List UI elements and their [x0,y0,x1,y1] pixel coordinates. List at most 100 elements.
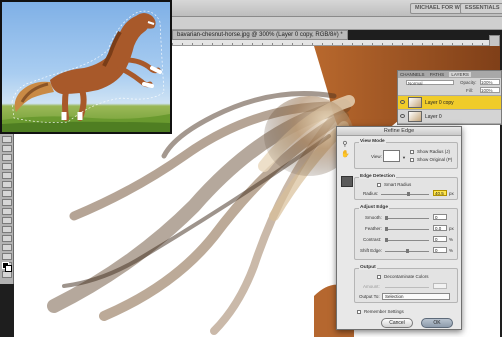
move-tool-icon[interactable] [1,136,12,143]
smart-radius-label: Smart Radius [384,182,412,187]
radius-slider-knob[interactable] [407,192,410,196]
essentials-button[interactable]: ESSENTIALS [460,3,502,14]
tab-paths[interactable]: PATHS [430,72,444,77]
smart-radius-checkbox[interactable] [377,183,381,187]
output-group: Output Decontaminate Colors Amount: Outp… [354,265,458,303]
fill-field[interactable]: 100% [480,87,500,93]
shift-edge-label: Shift Edge: [360,248,383,253]
radius-field[interactable]: 40.5 [433,190,447,196]
show-radius-checkbox[interactable] [410,150,414,154]
blend-mode-value: Normal [408,81,423,86]
fill-label: Fill: [466,88,473,93]
view-label: View: [371,154,382,159]
cancel-button[interactable]: Cancel [381,318,413,328]
gradient-tool-icon[interactable] [1,235,12,242]
output-to-value: Selection [385,294,404,299]
shift-edge-unit: % [449,248,454,253]
opacity-field[interactable]: 100% [480,79,500,85]
original-photo-thumbnail [0,0,172,134]
remember-settings-label: Remember Settings [364,309,404,314]
tools-panel [0,134,14,284]
layer-row[interactable]: Layer 0 [398,110,501,124]
hand-tool-icon[interactable]: ✋ [341,151,350,159]
output-to-select[interactable]: Selection [382,293,450,300]
edge-detection-group: Edge Detection Smart Radius Radius: 40.5… [354,174,458,200]
refine-radius-brush-icon[interactable] [341,176,353,187]
contrast-label: Contrast: [363,237,382,242]
layer-options: Normal Opacity: 100% Fill: 100% [398,78,501,96]
remember-settings-checkbox[interactable] [357,310,361,314]
document-tab[interactable]: bavarian-chesnut-horse.jpg @ 300% (Layer… [172,30,348,40]
layer-name: Layer 0 [425,114,442,120]
type-tool-icon[interactable] [1,271,12,278]
marquee-tool-icon[interactable] [1,145,12,152]
feather-field[interactable]: 0.0 [433,225,447,231]
visibility-eye-icon[interactable] [400,100,405,104]
layer-thumbnail [408,97,422,108]
crop-tool-icon[interactable] [1,172,12,179]
feather-slider[interactable] [385,227,429,231]
layer-thumbnail [408,111,422,122]
lasso-tool-icon[interactable] [1,154,12,161]
feather-unit: px [449,226,454,231]
view-mode-thumbnail[interactable] [383,150,400,162]
adjust-edge-group: Adjust Edge Smooth: 0 Feather: 0.0 px Co… [354,205,458,260]
decontaminate-colors-label: Decontaminate Colors [384,274,429,279]
history-brush-tool-icon[interactable] [1,217,12,224]
ok-button[interactable]: OK [421,318,453,328]
feather-slider-knob[interactable] [385,227,388,231]
amount-slider[interactable] [385,287,429,288]
opacity-label: Opacity: [460,80,477,85]
tab-layers[interactable]: LAYERS [449,72,471,77]
smooth-field[interactable]: 0 [433,214,447,220]
show-original-label: Show Original (P) [417,157,453,162]
dodge-tool-icon[interactable] [1,253,12,260]
smooth-slider[interactable] [385,216,429,220]
tab-channels[interactable]: CHANNELS [400,72,425,77]
amount-field[interactable] [433,283,447,289]
edge-detection-title: Edge Detection [359,174,396,179]
layers-panel-tabs: CHANNELS PATHS LAYERS [398,71,501,78]
layer-row[interactable]: Layer 0 copy [398,96,501,110]
rearing-horse-image [2,10,170,132]
view-mode-group: View Mode View: ▼ Show Radius (J) Show O… [354,139,458,169]
background-color-swatch[interactable] [5,265,12,272]
output-title: Output [359,265,377,270]
show-original-checkbox[interactable] [410,158,414,162]
show-radius-label: Show Radius (J) [417,149,451,154]
radius-slider[interactable] [381,192,429,196]
smooth-slider-knob[interactable] [385,216,388,220]
eraser-tool-icon[interactable] [1,226,12,233]
chevron-down-icon[interactable]: ▼ [402,155,406,160]
view-mode-title: View Mode [359,139,386,144]
radius-unit: px [449,191,454,196]
blur-tool-icon[interactable] [1,244,12,251]
contrast-field[interactable]: 0 [433,236,447,242]
quick-selection-tool-icon[interactable] [1,163,12,170]
shift-edge-slider-knob[interactable] [406,249,409,253]
layer-name: Layer 0 copy [425,100,454,106]
contrast-unit: % [449,237,454,242]
output-to-label: Output To: [359,294,380,299]
shift-edge-slider[interactable] [385,249,429,253]
radius-label: Radius: [363,191,379,196]
layers-panel: CHANNELS PATHS LAYERS Normal Opacity: 10… [397,70,502,125]
visibility-eye-icon[interactable] [400,114,405,118]
blend-mode-select[interactable]: Normal [406,80,454,86]
feather-label: Feather: [365,226,382,231]
eyedropper-tool-icon[interactable] [1,181,12,188]
brush-tool-icon[interactable] [1,199,12,206]
refine-edge-dialog: Refine Edge ⚲ ✋ View Mode View: ▼ Show R… [336,126,462,330]
healing-tool-icon[interactable] [1,190,12,197]
dialog-title: Refine Edge [337,127,461,136]
adjust-edge-title: Adjust Edge [359,205,389,210]
contrast-slider[interactable] [385,238,429,242]
amount-label: Amount: [363,284,380,289]
contrast-slider-knob[interactable] [385,238,388,242]
clone-stamp-tool-icon[interactable] [1,208,12,215]
smooth-label: Smooth: [365,215,382,220]
shift-edge-field[interactable]: 0 [433,247,447,253]
dialog-tools: ⚲ ✋ [341,141,351,161]
zoom-tool-icon[interactable]: ⚲ [341,141,349,149]
decontaminate-colors-checkbox[interactable] [377,275,381,279]
